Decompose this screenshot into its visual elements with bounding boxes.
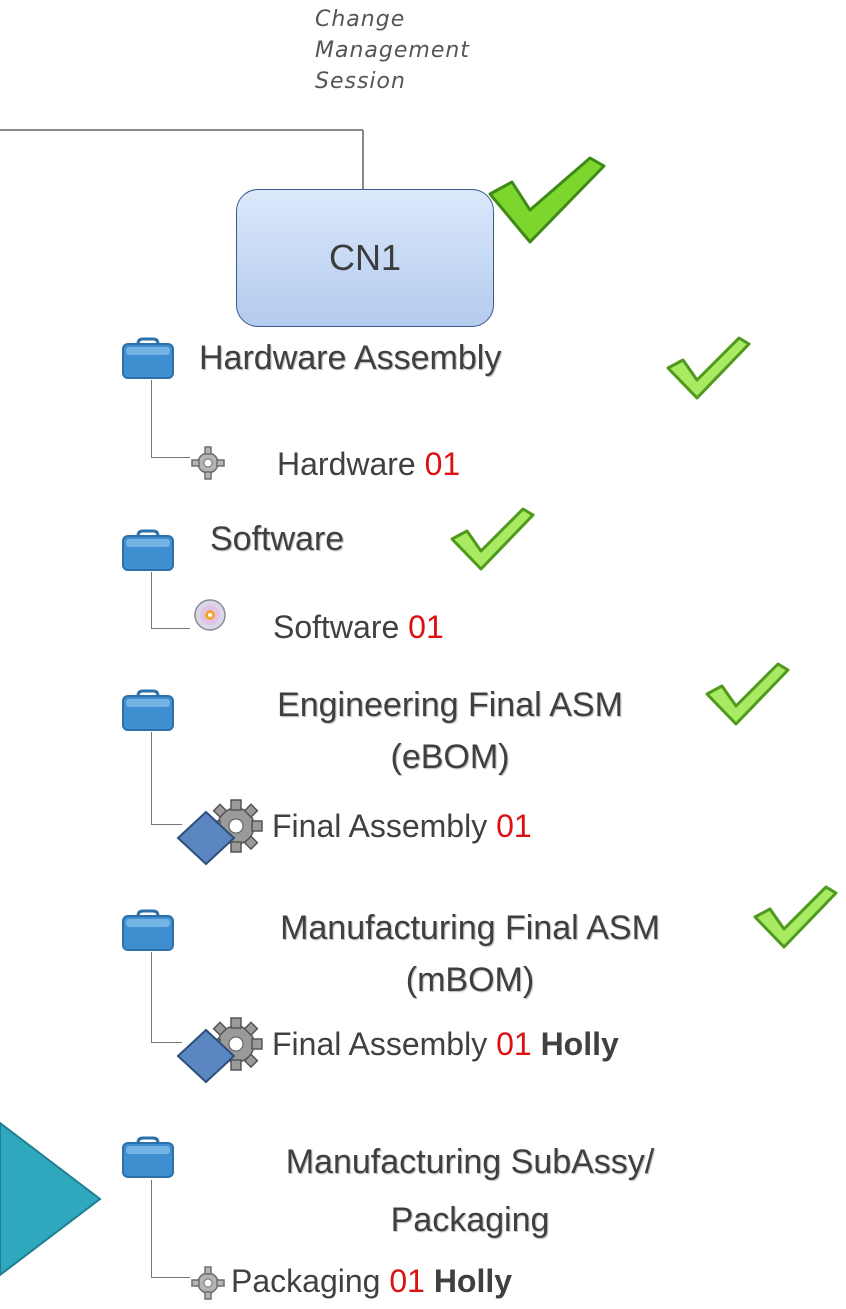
pointer-arrow <box>0 1121 102 1277</box>
checkmark-icon <box>666 336 751 400</box>
group-heading: Engineering Final ASM (eBOM) <box>180 684 720 778</box>
group-item[interactable]: Final Assembly 01 Holly <box>272 1026 619 1063</box>
item-owner: Holly <box>540 1026 619 1062</box>
tree-connector <box>151 572 190 629</box>
folder-icon <box>122 337 174 379</box>
assembly-icon <box>176 1017 263 1084</box>
assembly-icon <box>176 799 263 866</box>
checkmark-icon <box>705 662 790 726</box>
group-heading-line: (eBOM) <box>390 738 510 776</box>
checkmark-icon <box>488 156 606 244</box>
item-revision: 01 <box>408 609 444 645</box>
folder-icon <box>122 909 174 951</box>
item-revision: 01 <box>496 1026 532 1062</box>
item-revision: 01 <box>424 446 461 482</box>
group-heading-line: Packaging <box>390 1201 550 1239</box>
item-name: Software <box>273 609 400 645</box>
item-revision: 01 <box>496 808 532 844</box>
group-heading: Software <box>210 518 410 560</box>
group-heading-line: Engineering Final ASM <box>277 686 623 724</box>
group-item[interactable]: Final Assembly 01 <box>272 808 532 845</box>
group-heading-line: (mBOM) <box>405 961 535 999</box>
item-name: Hardware <box>277 446 416 482</box>
group-heading-line: Manufacturing SubAssy/ <box>285 1143 655 1181</box>
group-item[interactable]: Packaging 01 Holly <box>231 1263 512 1300</box>
item-name: Final Assembly <box>272 808 488 844</box>
item-owner: Holly <box>433 1263 513 1299</box>
checkmark-icon <box>753 885 838 949</box>
group-heading-line: Software <box>210 520 345 558</box>
gear-icon <box>191 1266 225 1300</box>
change-notice-box[interactable]: CN1 <box>236 189 494 327</box>
checkmark-icon <box>450 507 535 571</box>
group-item[interactable]: Software 01 <box>273 609 444 646</box>
group-heading: Manufacturing SubAssy/ Packaging <box>190 1141 750 1241</box>
cd-icon <box>194 599 226 631</box>
folder-icon <box>122 689 174 731</box>
folder-icon <box>122 1136 174 1178</box>
group-heading: Manufacturing Final ASM (mBOM) <box>180 907 760 1001</box>
group-item[interactable]: Hardware 01 <box>277 446 460 483</box>
gear-icon <box>191 446 225 480</box>
folder-icon <box>122 529 174 571</box>
item-name: Final Assembly <box>272 1026 488 1062</box>
tree-connector <box>151 1180 190 1278</box>
item-name: Packaging <box>231 1263 381 1299</box>
group-heading: Hardware Assembly <box>199 337 629 379</box>
tree-connector <box>151 380 190 458</box>
change-notice-label: CN1 <box>328 237 402 278</box>
group-heading-line: Hardware Assembly <box>199 339 502 377</box>
item-revision: 01 <box>389 1263 425 1299</box>
group-heading-line: Manufacturing Final ASM <box>280 909 660 947</box>
